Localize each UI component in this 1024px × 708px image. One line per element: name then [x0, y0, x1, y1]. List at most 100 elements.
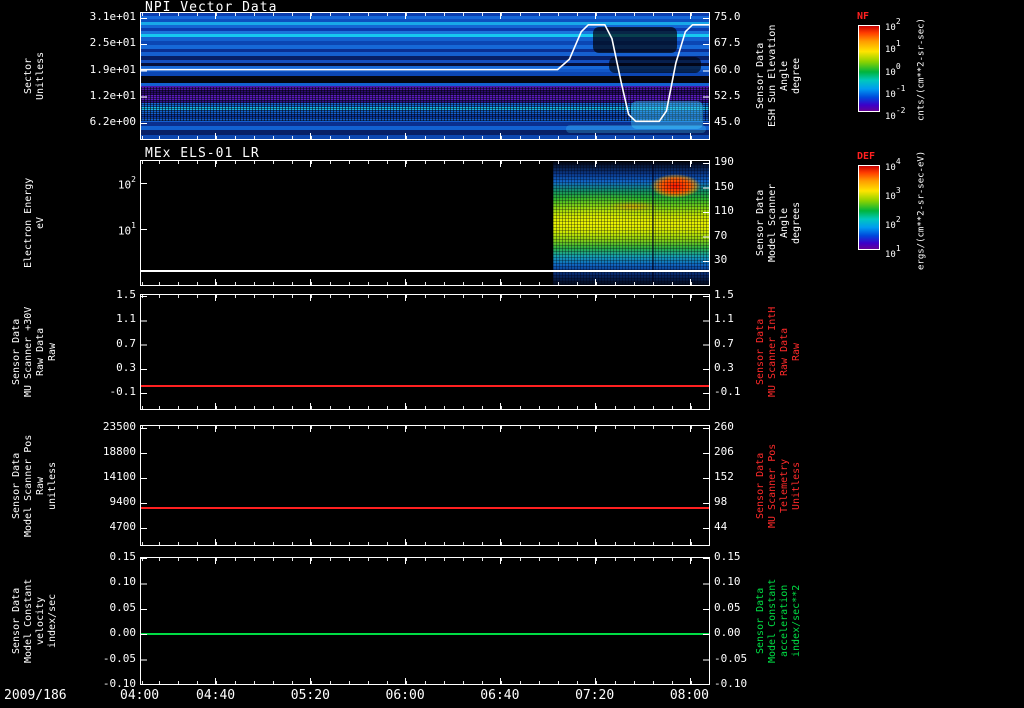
tick-label: -0.1 [109, 385, 137, 398]
scanner-pos-left-axis-label: Sensor Data Model Scanner Pos Raw unitle… [11, 434, 58, 537]
scanner-pos-left-ticks: 23500 18800 14100 9400 4700 [56, 421, 136, 533]
axis-ticks [141, 426, 709, 432]
els-spectrogram-panel [140, 160, 710, 286]
tick-label: 260 [714, 420, 734, 433]
model-constant-right-axis-label: Sensor Data Model Constant acceleration … [755, 578, 802, 664]
def-colorbar [858, 165, 880, 250]
def-colorbar-title: DEF [857, 151, 876, 162]
model-constant-panel [140, 557, 710, 685]
tick-label: 102 [117, 175, 136, 192]
axis-ticks [141, 183, 147, 230]
tick-label: 52.5 [714, 88, 741, 102]
tick-label: 75.0 [714, 10, 741, 23]
tick-label: 0.15 [714, 550, 741, 563]
npi-left-ticks: 3.1e+01 2.5e+01 1.9e+01 1.2e+01 6.2e+00 [56, 11, 136, 128]
tick-label: 4700 [109, 520, 137, 533]
model-constant-left-axis-label: Sensor Data Model Constant velocity inde… [11, 578, 58, 664]
tick-label: 14100 [102, 470, 136, 483]
axis-ticks [141, 678, 709, 684]
tick-label: 101 [117, 221, 136, 238]
axis-ticks [141, 403, 709, 409]
scanner-pos-line [141, 506, 709, 509]
model-constant-line [141, 632, 709, 635]
mu30v-left-ticks: 1.5 1.1 0.7 0.3 -0.1 [56, 288, 137, 398]
tick-label: -0.05 [714, 651, 748, 665]
els-left-axis-label: Electron Energy eV [23, 177, 46, 269]
sun-elevation-line [141, 24, 709, 123]
tick-label: 0.7 [714, 336, 734, 350]
scanner-pos-right-axis-label: Sensor Data MU Scanner Pos Telemetry Uni… [755, 443, 802, 528]
tick-label: 150 [714, 179, 734, 193]
tick-label: 0.00 [714, 626, 741, 640]
mu-scanner-30v-panel [140, 294, 710, 410]
tick-label: 6.2e+00 [89, 115, 136, 128]
tick-label: 1.5 [116, 288, 136, 301]
axis-ticks [141, 558, 147, 684]
npi-spectrogram-panel [140, 12, 710, 140]
npi-left-axis-label: Sector Unitless [23, 51, 46, 101]
tick-label: 98 [714, 495, 728, 508]
nf-colorbar-units: cnts/(cm**2-sr-sec) [916, 18, 927, 122]
scanner-pos-panel [140, 425, 710, 546]
tick-label: 1.1 [714, 312, 734, 326]
tick-label: 07:20 [575, 688, 615, 703]
tick-label: 0.10 [109, 575, 137, 589]
tick-label: 206 [714, 445, 734, 458]
nf-colorbar [858, 25, 880, 112]
tick-label: 23500 [102, 420, 136, 433]
axis-ticks [703, 558, 709, 684]
tick-label: -0.1 [714, 385, 741, 398]
tick-label: 06:00 [385, 688, 425, 703]
els-spectrogram [553, 162, 709, 285]
tick-label: 0.10 [714, 575, 741, 589]
panel2-title: MEx ELS-01 LR [145, 146, 260, 161]
nf-colorbar-title: NF [857, 11, 870, 22]
mu30v-left-axis-label: Sensor Data MU Scanner +30V Raw Data Raw [11, 306, 58, 398]
tick-label: 1.5 [714, 288, 734, 301]
tick-label: 04:40 [196, 688, 236, 703]
tick-label: 30 [714, 253, 728, 266]
axis-ticks [141, 539, 709, 545]
els-baseline-line [141, 270, 709, 272]
tick-label: 152 [714, 470, 734, 483]
tick-label: 1.1 [116, 312, 136, 326]
tick-label: 67.5 [714, 36, 741, 50]
tick-label: 0.05 [109, 600, 137, 614]
x-axis-first-tick: 04:00 [120, 688, 160, 703]
mu-scanner-30v-line [141, 384, 709, 387]
tick-label: 2.5e+01 [89, 36, 136, 50]
tick-label: 1.2e+01 [89, 88, 136, 102]
els-noise-texture [553, 162, 709, 285]
model-constant-left-ticks: 0.15 0.10 0.05 0.00 -0.05 -0.10 [56, 551, 136, 690]
x-axis-ticks: 04:40 05:20 06:00 06:40 07:20 08:00 [196, 688, 709, 704]
tick-label: 70 [714, 228, 728, 242]
tick-label: 9400 [109, 495, 137, 508]
tick-label: 190 [714, 155, 734, 168]
tick-label: 06:40 [480, 688, 520, 703]
els-left-ticks: 102 101 [56, 175, 136, 238]
tick-label: -0.05 [102, 651, 136, 665]
tick-label: 08:00 [669, 688, 709, 703]
tick-label: 3.1e+01 [89, 10, 136, 23]
tick-label: 0.15 [109, 550, 137, 563]
def-colorbar-units: ergs/(cm**2-sr-sec-eV) [916, 150, 927, 270]
tick-label: 0.3 [714, 360, 734, 374]
tick-label: 44 [714, 520, 728, 533]
sun-elevation-curve [141, 24, 709, 123]
x-axis-date: 2009/186 [4, 688, 67, 703]
axis-ticks [703, 428, 709, 530]
tick-label: 05:20 [290, 688, 330, 703]
tick-label: -0.10 [714, 676, 748, 690]
tick-label: 45.0 [714, 115, 741, 128]
tick-label: 18800 [102, 445, 136, 458]
tick-label: 0.3 [116, 360, 136, 374]
npi-right-axis-label: Sensor Data ESH Sun Elevation Angle degr… [755, 24, 802, 128]
figure: NPI Vector Data MEx ELS-01 LR 3.1e+01 2.5… [0, 0, 1024, 708]
tick-label: 0.00 [109, 626, 137, 640]
mu30v-right-axis-label: Sensor Data MU Scanner IntH Raw Data Raw [755, 306, 802, 398]
axis-ticks [141, 295, 709, 301]
axis-ticks [703, 296, 709, 395]
axis-ticks [141, 428, 147, 530]
tick-label: 0.05 [714, 600, 741, 614]
tick-label: 60.0 [714, 62, 741, 76]
